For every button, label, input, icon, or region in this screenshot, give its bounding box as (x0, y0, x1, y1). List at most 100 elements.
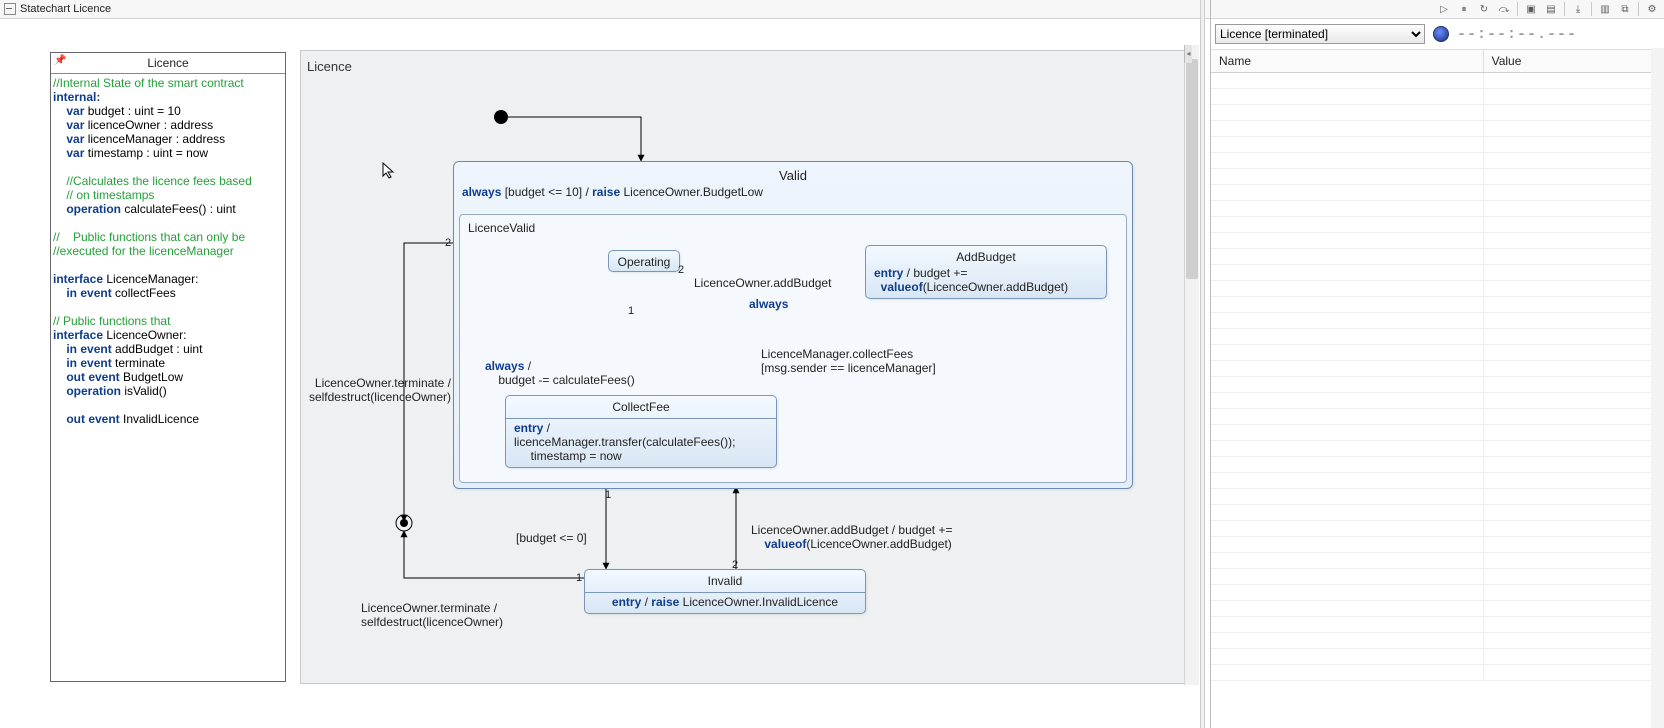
label-invalid-terminate: LicenceOwner.terminate /selfdestruct(lic… (361, 601, 503, 629)
simulation-session-select[interactable]: Licence [terminated] (1215, 24, 1425, 44)
table-row[interactable] (1211, 169, 1664, 185)
priority-op-1: 1 (628, 305, 634, 317)
label-valid-to-invalid: [budget <= 0] (516, 531, 587, 545)
simulation-view: ▷ ⏸ ↻ ⤼ ▣ ▤ ⤓ ▥ ⧉ ⚙ Licence [terminated] --:--:--… (1210, 0, 1664, 728)
column-header-name[interactable]: Name (1211, 50, 1483, 73)
table-row[interactable] (1211, 537, 1664, 553)
table-row[interactable] (1211, 201, 1664, 217)
priority-valid-2: 2 (445, 237, 451, 249)
column-header-value[interactable]: Value (1483, 50, 1664, 73)
table-row[interactable] (1211, 601, 1664, 617)
state-addbudget-body: entry / budget += valueof(LicenceOwner.a… (866, 266, 1106, 298)
table-row[interactable] (1211, 329, 1664, 345)
layout2-icon[interactable]: ⧉ (1618, 2, 1632, 16)
table-row[interactable] (1211, 361, 1664, 377)
import-icon[interactable]: ⤓ (1571, 2, 1585, 16)
table-row[interactable] (1211, 297, 1664, 313)
table-row[interactable] (1211, 345, 1664, 361)
table-row[interactable] (1211, 393, 1664, 409)
table-row[interactable] (1211, 457, 1664, 473)
table-row[interactable] (1211, 233, 1664, 249)
tab-title: Statechart Licence (20, 3, 111, 15)
simulation-scrollbar[interactable] (1651, 48, 1664, 728)
definition-title: Licence (147, 56, 188, 70)
workspace-splitter[interactable] (1200, 0, 1205, 728)
table-row[interactable] (1211, 281, 1664, 297)
pin-icon[interactable]: 📌 (54, 55, 66, 67)
toolbar-separator (1591, 2, 1592, 16)
pause-icon[interactable]: ⏸ (1457, 2, 1471, 16)
table-row[interactable] (1211, 505, 1664, 521)
simulation-status-led-icon (1433, 26, 1449, 42)
table-row[interactable] (1211, 377, 1664, 393)
table-row[interactable] (1211, 137, 1664, 153)
region-title: LicenceValid (468, 221, 535, 235)
priority-invalid-1: 1 (576, 572, 582, 584)
state-valid-action: always [budget <= 10] / raise LicenceOwn… (454, 183, 1132, 199)
definition-body[interactable]: //Internal State of the smart contractin… (51, 74, 285, 428)
table-row[interactable] (1211, 217, 1664, 233)
table-row[interactable] (1211, 617, 1664, 633)
priority-valid-1: 1 (605, 489, 611, 501)
simulation-variables-table: Name Value (1211, 50, 1664, 681)
table-row[interactable] (1211, 633, 1664, 649)
table-row[interactable] (1211, 649, 1664, 665)
stop-icon[interactable]: ↻ (1477, 2, 1491, 16)
state-operating-title: Operating (609, 251, 679, 271)
simulation-time: --:--:--.--- (1457, 26, 1577, 43)
table-row[interactable] (1211, 489, 1664, 505)
label-operating-to-addbudget: LicenceOwner.addBudget (694, 276, 831, 290)
state-valid-title: Valid (454, 162, 1132, 183)
table-row[interactable] (1211, 521, 1664, 537)
canvas-vertical-scrollbar[interactable] (1184, 45, 1199, 685)
table-row[interactable] (1211, 313, 1664, 329)
toolbar-separator (1638, 2, 1639, 16)
table-row[interactable] (1211, 409, 1664, 425)
settings-icon[interactable]: ⚙ (1645, 2, 1659, 16)
table-row[interactable] (1211, 121, 1664, 137)
scrollbar-thumb[interactable] (1186, 59, 1198, 279)
table-row[interactable] (1211, 265, 1664, 281)
state-collectfee-title: CollectFee (506, 396, 776, 416)
palette-toggle[interactable]: ◂ (1184, 45, 1192, 63)
table-row[interactable] (1211, 425, 1664, 441)
table-row[interactable] (1211, 585, 1664, 601)
table-row[interactable] (1211, 185, 1664, 201)
table-row[interactable] (1211, 105, 1664, 121)
state-operating[interactable]: Operating (608, 250, 680, 272)
table-row[interactable] (1211, 441, 1664, 457)
statechart-canvas[interactable]: Licence (300, 50, 1186, 684)
layout1-icon[interactable]: ▥ (1598, 2, 1612, 16)
simulation-toolbar: ▷ ⏸ ↻ ⤼ ▣ ▤ ⤓ ▥ ⧉ ⚙ (1211, 0, 1664, 19)
snapshot-icon[interactable]: ▤ (1544, 2, 1558, 16)
priority-invalid-2: 2 (732, 559, 738, 571)
label-addbudget-to-operating: always (749, 297, 788, 311)
state-addbudget[interactable]: AddBudget entry / budget += valueof(Lice… (865, 245, 1107, 299)
table-row[interactable] (1211, 249, 1664, 265)
state-valid[interactable]: Valid always [budget <= 10] / raise Lice… (453, 161, 1133, 489)
toolbar-separator (1564, 2, 1565, 16)
label-valid-terminate: LicenceOwner.terminate /selfdestruct(lic… (291, 376, 451, 404)
table-row[interactable] (1211, 153, 1664, 169)
table-row[interactable] (1211, 665, 1664, 681)
state-collectfee[interactable]: CollectFee entry /licenceManager.transfe… (505, 395, 777, 468)
definition-section: 📌 Licence //Internal State of the smart … (50, 52, 286, 682)
table-row[interactable] (1211, 553, 1664, 569)
label-collectfee-to-operating: always / budget -= calculateFees() (485, 359, 635, 387)
step-over-icon[interactable]: ⤼ (1497, 2, 1511, 16)
restart-icon[interactable]: ▣ (1524, 2, 1538, 16)
table-row[interactable] (1211, 473, 1664, 489)
simulation-header: Licence [terminated] --:--:--.--- (1211, 19, 1664, 50)
editor-workspace: 📌 Licence //Internal State of the smart … (0, 18, 1200, 728)
table-row[interactable] (1211, 73, 1664, 89)
table-row[interactable] (1211, 89, 1664, 105)
state-invalid-body: entry / raise LicenceOwner.InvalidLicenc… (585, 595, 865, 613)
toolbar-separator (1517, 2, 1518, 16)
label-invalid-to-valid: LicenceOwner.addBudget / budget += value… (751, 523, 953, 551)
run-icon[interactable]: ▷ (1437, 2, 1451, 16)
state-invalid[interactable]: Invalid entry / raise LicenceOwner.Inval… (584, 569, 866, 614)
table-row[interactable] (1211, 569, 1664, 585)
state-invalid-title: Invalid (585, 570, 865, 590)
state-addbudget-title: AddBudget (866, 246, 1106, 266)
definition-header: 📌 Licence (51, 53, 285, 74)
